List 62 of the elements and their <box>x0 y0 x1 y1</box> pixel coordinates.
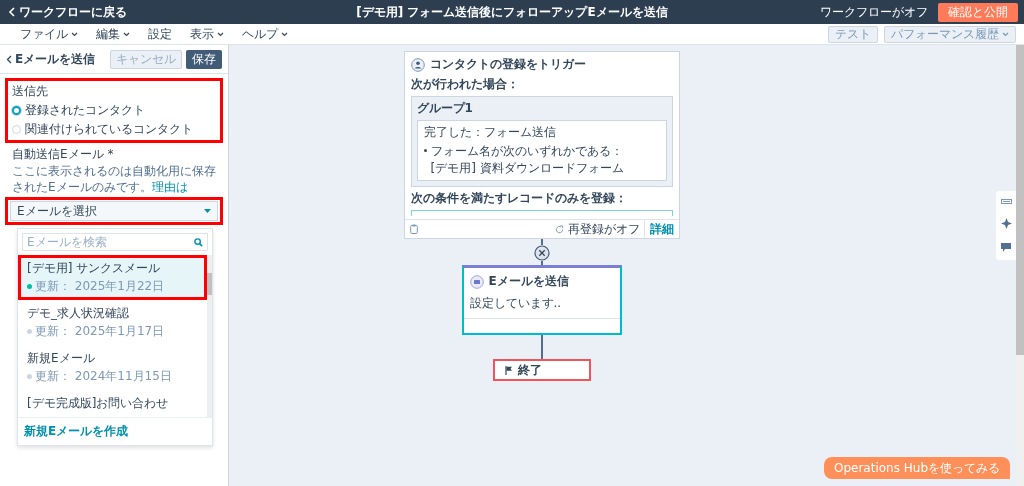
help-link[interactable]: 理由は <box>151 179 188 194</box>
action-card[interactable]: Eメールを送信 設定しています.. <box>461 265 622 335</box>
option-label: 登録されたコンタクト <box>25 102 145 119</box>
email-option[interactable]: [デモ完成版]お問い合わせ <box>21 393 204 415</box>
filter-text: フォーム名が次のいずれかである： [デモ用] 資料ダウンロードフォーム <box>430 143 624 177</box>
radio-button[interactable] <box>12 106 21 115</box>
field-label: 送信先 <box>12 83 49 100</box>
workflow-title: [デモ用] フォーム送信後にフォローアップEメールを送信 <box>356 3 668 21</box>
search-icon <box>194 238 203 248</box>
details-link[interactable]: 詳細 <box>643 220 679 238</box>
menu-item[interactable]: 表示 <box>184 25 230 43</box>
end-node[interactable]: 終了 <box>492 359 591 381</box>
flag-icon <box>504 365 513 375</box>
caret-down-icon <box>123 31 130 37</box>
refresh-icon <box>554 224 564 234</box>
caret-down-icon <box>1002 31 1009 37</box>
section-label: 次が行われた場合： <box>410 76 520 93</box>
save-button[interactable]: 保存 <box>186 49 222 69</box>
reenroll-status: 再登録がオフ <box>567 220 640 238</box>
menu-item[interactable]: ファイル <box>14 25 84 43</box>
scrollbar[interactable] <box>1016 45 1024 486</box>
person-icon <box>410 57 425 72</box>
action-status: 設定しています.. <box>469 295 563 312</box>
updated-date: 更新： 2025年1月22日 <box>35 278 165 296</box>
scrollbar[interactable] <box>207 255 212 418</box>
close-icon[interactable] <box>533 245 550 261</box>
email-option[interactable]: デモ_求人状況確認 更新： 2025年1月17日 <box>21 303 204 343</box>
keyboard-icon[interactable] <box>1000 199 1012 204</box>
field-label: 自動送信Eメール * <box>12 146 115 163</box>
group-title: グループ1 <box>416 100 474 117</box>
card-title: Eメールを送信 <box>488 273 569 290</box>
email-option[interactable]: [デモ用] サンクスメール 更新： 2025年1月22日 <box>21 258 204 298</box>
email-icon <box>469 274 484 289</box>
back-link[interactable]: ワークフローに戻る <box>8 3 127 21</box>
email-option[interactable]: 新規Eメール 更新： 2024年11月15日 <box>21 348 204 388</box>
trigger-card[interactable]: コンタクトの登録をトリガー 次が行われた場合： グループ1 完了した：フォーム送信 フォーム名が次のいずれかである： [デモ用] 資料ダウンロードフォーム 次の条件を満たすレコードのみを登録： 再登録がオフ 詳細 <box>403 51 680 239</box>
radio-button[interactable] <box>12 125 21 134</box>
updated-date: 更新： 2025年1月17日 <box>35 323 165 341</box>
card-title: コンタクトの登録をトリガー <box>429 56 586 73</box>
create-email-link[interactable]: 新規Eメールを作成 <box>24 424 129 439</box>
sparkle-icon[interactable] <box>1000 218 1012 229</box>
caret-down-icon <box>71 31 78 37</box>
menu-item[interactable]: 設定 <box>142 25 178 43</box>
updated-date: 更新： 2024年11月15日 <box>35 368 172 386</box>
caret-down-icon <box>217 31 224 37</box>
caret-down-icon <box>204 208 211 214</box>
help-text: ここに表示されるのは自動化用に保存されたEメールのみです。理由は <box>12 164 217 196</box>
section-label: 次の条件を満たすレコードのみを登録： <box>410 190 628 207</box>
option-label: 関連付けられているコンタクト <box>25 121 193 138</box>
condition-text: 完了した：フォーム送信 <box>423 124 557 141</box>
search-field[interactable]: Eメールを検索 <box>22 233 208 252</box>
caret-down-icon <box>281 31 288 37</box>
comment-icon[interactable] <box>1001 243 1011 252</box>
email-select[interactable]: Eメールを選択 <box>10 201 218 222</box>
panel-back-link[interactable]: Eメールを送信 <box>6 50 96 68</box>
chevron-left-icon <box>6 54 12 64</box>
menu-item[interactable]: 編集 <box>90 25 136 43</box>
menu-item[interactable]: ヘルプ <box>236 25 294 43</box>
clipboard-icon[interactable] <box>409 224 418 234</box>
workflow-status: ワークフローがオフ <box>820 3 928 21</box>
chevron-left-icon <box>8 7 15 17</box>
end-label: 終了 <box>517 361 542 379</box>
